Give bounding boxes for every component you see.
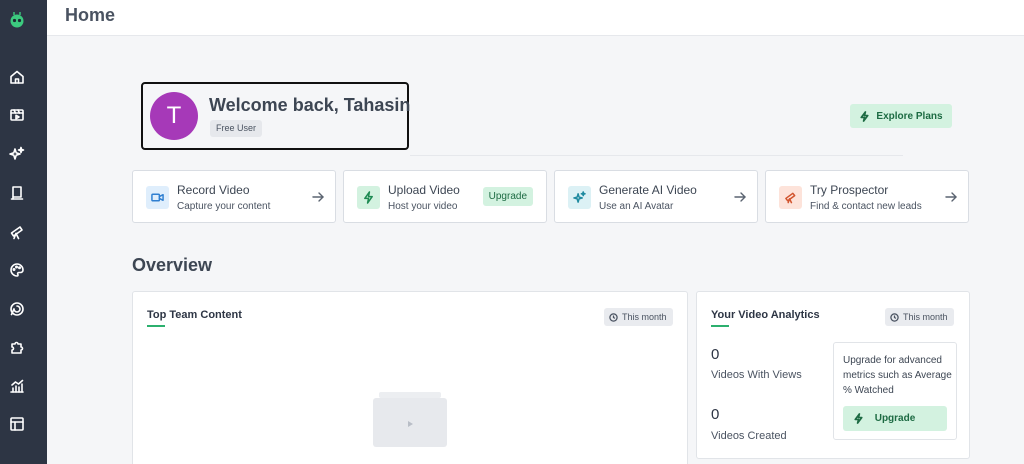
try-prospector-card[interactable]: Try Prospector Find & contact new leads (765, 170, 969, 223)
video-analytics-panel: Your Video Analytics This month 0 Videos… (696, 291, 970, 459)
welcome-title: Welcome back, Tahasin (209, 95, 411, 115)
overview-heading: Overview (132, 255, 213, 275)
empty-state-illustration (373, 392, 447, 447)
telescope-icon[interactable] (7, 222, 27, 242)
explore-plans-label: Explore Plans (876, 110, 943, 122)
top-team-content-panel: Top Team Content This month (132, 291, 688, 464)
card-title: Try Prospector (810, 183, 889, 197)
card-title: Upload Video (388, 183, 460, 197)
arrow-right-icon (733, 190, 747, 204)
videos-created-label: Videos Created (711, 430, 787, 442)
explore-plans-button[interactable]: Explore Plans (850, 104, 952, 128)
period-label: This month (903, 312, 948, 322)
avatar[interactable]: T (150, 92, 198, 140)
video-camera-icon (146, 186, 169, 209)
videos-with-views-value: 0 (711, 346, 720, 363)
card-subtitle: Host your video (388, 201, 458, 212)
upgrade-upsell-card: Upgrade for advanced metrics such as Ave… (833, 342, 957, 440)
upsell-text: Upgrade for advanced metrics such as Ave… (843, 355, 952, 396)
card-title: Generate AI Video (599, 183, 697, 197)
page-title: Home (65, 5, 116, 25)
integrations-icon[interactable] (7, 299, 27, 319)
upgrade-button-label: Upgrade (874, 413, 916, 424)
palette-icon[interactable] (7, 260, 27, 280)
top-bar: Home (47, 0, 1024, 36)
upgrade-chip[interactable]: Upgrade (482, 187, 533, 206)
arrow-right-icon (311, 190, 325, 204)
videos-with-views-label: Videos With Views (711, 369, 802, 381)
telescope-icon (779, 186, 802, 209)
book-icon[interactable] (7, 183, 27, 203)
divider (410, 155, 903, 156)
templates-icon[interactable] (7, 414, 27, 434)
upload-video-card[interactable]: Upload Video Host your video Upgrade (343, 170, 547, 223)
sidebar (0, 0, 47, 464)
app-logo-icon[interactable] (8, 10, 26, 28)
card-subtitle: Use an AI Avatar (599, 201, 674, 212)
period-filter[interactable]: This month (604, 308, 673, 326)
clock-icon (609, 312, 618, 322)
welcome-card: T Welcome back, Tahasin Free User (141, 82, 411, 150)
analytics-icon[interactable] (7, 376, 27, 396)
sparkles-icon (568, 186, 591, 209)
period-filter[interactable]: This month (885, 308, 954, 326)
video-library-icon[interactable] (7, 105, 27, 125)
generate-ai-video-card[interactable]: Generate AI Video Use an AI Avatar (554, 170, 758, 223)
clock-icon (890, 312, 899, 322)
lightning-icon (357, 186, 380, 209)
card-subtitle: Find & contact new leads (810, 201, 922, 212)
videos-created-value: 0 (711, 406, 720, 423)
title-underline (147, 325, 165, 327)
plan-badge: Free User (210, 120, 263, 137)
title-underline (711, 325, 729, 327)
arrow-right-icon (944, 190, 958, 204)
card-title: Record Video (177, 183, 250, 197)
puzzle-icon[interactable] (7, 337, 27, 357)
panel-title: Your Video Analytics (711, 309, 820, 321)
panel-title: Top Team Content (147, 309, 242, 321)
home-icon[interactable] (7, 67, 27, 87)
period-label: This month (622, 312, 667, 322)
lightning-icon (860, 110, 869, 122)
card-subtitle: Capture your content (177, 201, 271, 212)
record-video-card[interactable]: Record Video Capture your content (132, 170, 336, 223)
upgrade-button[interactable]: Upgrade (843, 406, 947, 431)
sparkles-icon[interactable] (7, 144, 27, 164)
